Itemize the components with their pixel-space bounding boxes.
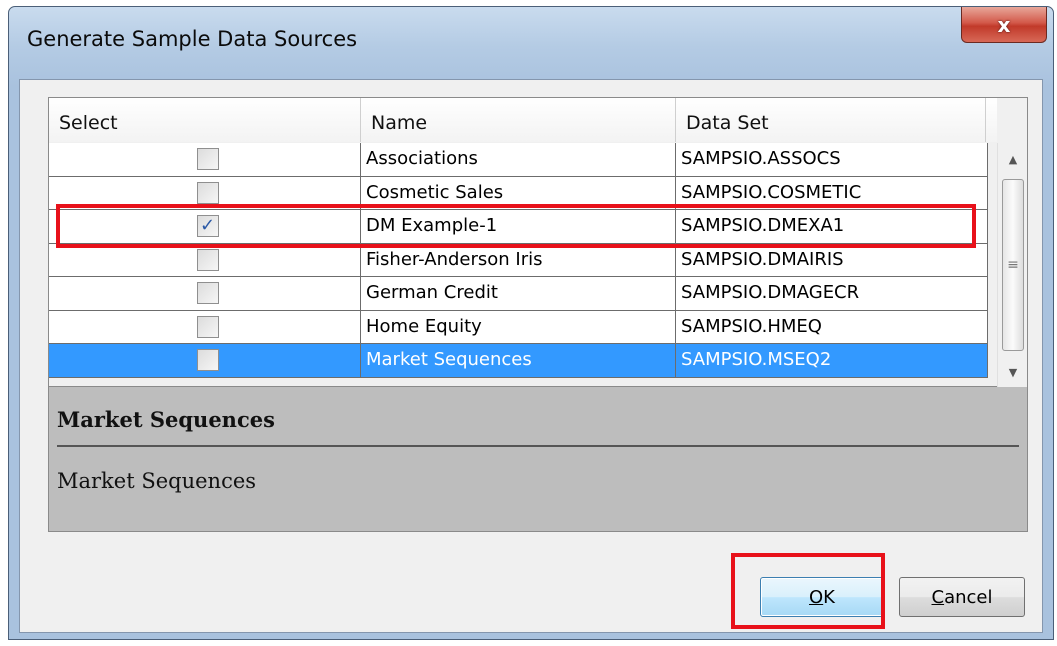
data-set-cell: SAMPSIO.DMEXA1 bbox=[676, 210, 988, 244]
row-checkbox-checked[interactable]: ✓ bbox=[196, 215, 219, 238]
column-header-name[interactable]: Name bbox=[361, 98, 676, 142]
grid-rows: Associations SAMPSIO.ASSOCS Cosmetic Sal… bbox=[49, 143, 988, 378]
ok-label-rest: K bbox=[823, 586, 835, 608]
name-cell: Fisher-Anderson Iris bbox=[361, 243, 676, 277]
select-cell bbox=[49, 310, 361, 344]
grid-header: Select Name Data Set bbox=[49, 98, 997, 142]
data-set-cell: SAMPSIO.ASSOCS bbox=[676, 143, 988, 177]
scroll-up-arrow-icon[interactable]: ▲ bbox=[998, 143, 1028, 175]
select-cell bbox=[49, 344, 361, 378]
table-row-selected[interactable]: Market Sequences SAMPSIO.MSEQ2 bbox=[49, 344, 988, 378]
column-header-filler bbox=[986, 98, 997, 142]
scrollbar-thumb[interactable]: ≡ bbox=[1002, 179, 1024, 351]
description-body: Market Sequences bbox=[57, 469, 257, 493]
name-cell: DM Example-1 bbox=[361, 210, 676, 244]
row-checkbox[interactable] bbox=[196, 349, 219, 372]
cancel-label-rest: ancel bbox=[944, 586, 993, 608]
table-row[interactable]: Associations SAMPSIO.ASSOCS bbox=[49, 143, 988, 177]
select-cell bbox=[49, 243, 361, 277]
name-cell: Home Equity bbox=[361, 310, 676, 344]
title-bar: Generate Sample Data Sources x bbox=[9, 7, 1053, 79]
close-icon: x bbox=[997, 12, 1011, 37]
row-checkbox[interactable] bbox=[196, 181, 219, 204]
column-header-select[interactable]: Select bbox=[49, 98, 361, 142]
select-cell bbox=[49, 277, 361, 311]
ok-mnemonic: O bbox=[809, 586, 824, 608]
scroll-down-arrow-icon[interactable]: ▼ bbox=[998, 356, 1028, 388]
cancel-mnemonic: C bbox=[931, 586, 945, 608]
data-set-cell: SAMPSIO.MSEQ2 bbox=[676, 344, 988, 378]
description-panel: Market Sequences Market Sequences bbox=[48, 387, 1028, 532]
column-header-data-set[interactable]: Data Set bbox=[676, 98, 986, 142]
name-cell: Cosmetic Sales bbox=[361, 176, 676, 210]
table-row[interactable]: German Credit SAMPSIO.DMAGECR bbox=[49, 277, 988, 311]
dialog-window: Generate Sample Data Sources x Select Na… bbox=[8, 6, 1054, 640]
ok-button[interactable]: OK bbox=[760, 577, 884, 617]
dialog-title: Generate Sample Data Sources bbox=[27, 27, 358, 51]
name-cell: Associations bbox=[361, 143, 676, 177]
vertical-scrollbar[interactable]: ▲ ≡ ▼ bbox=[997, 143, 1027, 388]
data-set-cell: SAMPSIO.COSMETIC bbox=[676, 176, 988, 210]
select-cell bbox=[49, 176, 361, 210]
row-checkbox[interactable] bbox=[196, 148, 219, 171]
table-row[interactable]: Fisher-Anderson Iris SAMPSIO.DMAIRIS bbox=[49, 243, 988, 277]
cancel-button[interactable]: Cancel bbox=[899, 577, 1025, 617]
data-sources-grid: Select Name Data Set Associations SAMPSI… bbox=[48, 97, 1028, 388]
name-cell: German Credit bbox=[361, 277, 676, 311]
row-checkbox[interactable] bbox=[196, 282, 219, 305]
description-divider bbox=[57, 445, 1019, 447]
table-row[interactable]: Home Equity SAMPSIO.HMEQ bbox=[49, 310, 988, 344]
select-cell: ✓ bbox=[49, 210, 361, 244]
scroll-grip-icon: ≡ bbox=[1007, 257, 1019, 273]
dialog-client-area: Select Name Data Set Associations SAMPSI… bbox=[19, 79, 1043, 633]
data-set-cell: SAMPSIO.DMAIRIS bbox=[676, 243, 988, 277]
checkmark-icon: ✓ bbox=[199, 215, 216, 237]
row-checkbox[interactable] bbox=[196, 248, 219, 271]
close-button[interactable]: x bbox=[961, 7, 1047, 43]
description-title: Market Sequences bbox=[57, 407, 275, 432]
table-row[interactable]: Cosmetic Sales SAMPSIO.COSMETIC bbox=[49, 176, 988, 210]
select-cell bbox=[49, 143, 361, 177]
name-cell: Market Sequences bbox=[361, 344, 676, 378]
data-set-cell: SAMPSIO.HMEQ bbox=[676, 310, 988, 344]
row-checkbox[interactable] bbox=[196, 315, 219, 338]
data-set-cell: SAMPSIO.DMAGECR bbox=[676, 277, 988, 311]
table-row[interactable]: ✓ DM Example-1 SAMPSIO.DMEXA1 bbox=[49, 210, 988, 244]
